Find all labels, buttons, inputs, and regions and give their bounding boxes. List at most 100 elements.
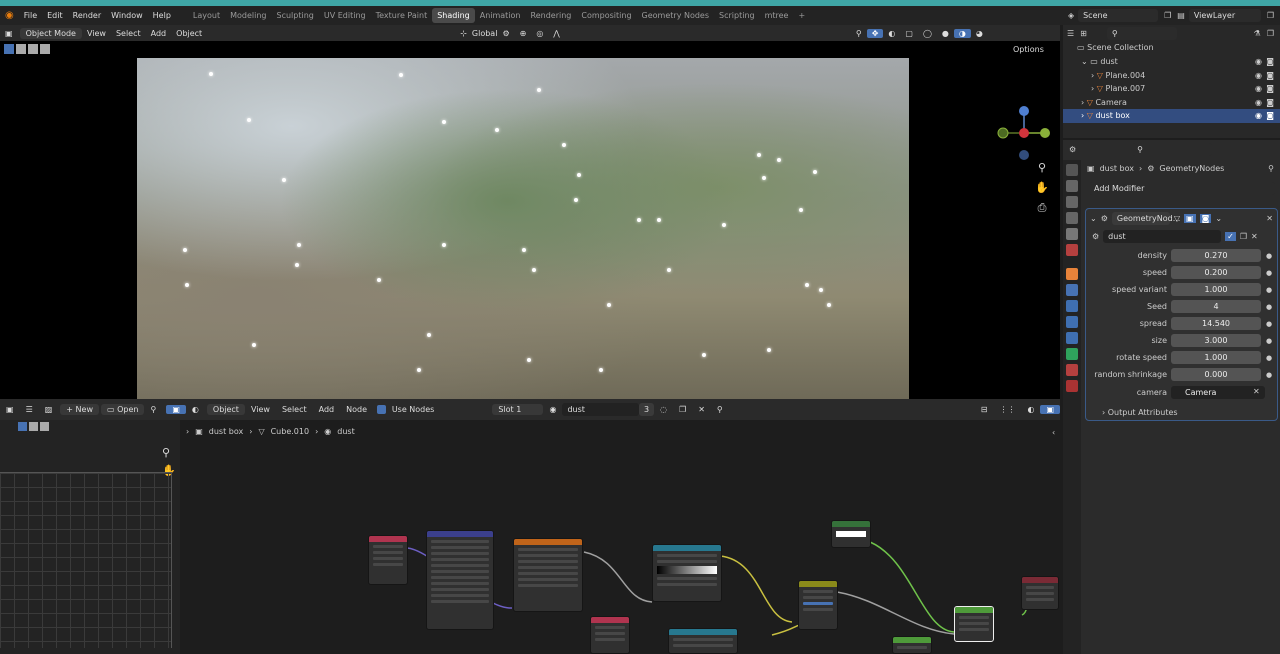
image-editor-type-icon[interactable]: ▣ bbox=[0, 405, 20, 414]
visibility-eye-icon[interactable]: ◉ bbox=[1255, 82, 1262, 96]
pin-icon[interactable]: ⚲ bbox=[1268, 164, 1274, 173]
param-value-field[interactable]: 1.000 bbox=[1171, 351, 1261, 364]
outliner-row-camera[interactable]: › ▽ Camera ◉ ◙ bbox=[1063, 96, 1280, 110]
render-camera-icon[interactable]: ◙ bbox=[1266, 69, 1274, 83]
transform-orientation-icon[interactable]: ⊹ bbox=[455, 29, 472, 38]
modifier-dropdown-icon[interactable]: ⌄ bbox=[1215, 214, 1222, 223]
pan-hand-icon[interactable]: ✋ bbox=[1035, 181, 1049, 195]
outliner-editor-icon[interactable]: ☰ bbox=[1067, 29, 1074, 38]
material-browse-icon[interactable]: ◉ bbox=[543, 405, 562, 414]
viewport-options-button[interactable]: Options bbox=[1013, 45, 1044, 54]
render-camera-icon[interactable]: ◙ bbox=[1266, 82, 1274, 96]
world-tab-icon[interactable] bbox=[1066, 244, 1078, 256]
navigation-gizmo[interactable] bbox=[995, 103, 1053, 163]
keyframe-dot-icon[interactable]: ● bbox=[1266, 354, 1272, 362]
render-toggle-icon[interactable]: ◙ bbox=[1199, 213, 1212, 223]
node-principled-volume[interactable] bbox=[954, 606, 994, 642]
tab-compositing[interactable]: Compositing bbox=[576, 8, 636, 23]
snap-nodes-icon[interactable]: ⊟ bbox=[975, 405, 994, 414]
edit-mode-toggle-icon[interactable]: ▽ bbox=[1174, 214, 1180, 223]
keyframe-dot-icon[interactable]: ● bbox=[1266, 286, 1272, 294]
orientation-dropdown[interactable]: Global bbox=[472, 29, 498, 38]
tab-mtree[interactable]: mtree bbox=[760, 8, 794, 23]
tab-rendering[interactable]: Rendering bbox=[526, 8, 577, 23]
add-workspace-button[interactable]: + bbox=[793, 8, 810, 23]
param-value-field[interactable]: 14.540 bbox=[1171, 317, 1261, 330]
modifier-close-icon[interactable]: ✕ bbox=[1266, 214, 1273, 223]
node-texture-coordinate[interactable] bbox=[368, 535, 408, 585]
camera-clear-icon[interactable]: ✕ bbox=[1253, 387, 1260, 396]
constraints-tab-icon[interactable] bbox=[1066, 332, 1078, 344]
menu-edit[interactable]: Edit bbox=[42, 11, 68, 20]
keyframe-dot-icon[interactable]: ● bbox=[1266, 320, 1272, 328]
tab-uv-editing[interactable]: UV Editing bbox=[319, 8, 371, 23]
node-menu-view[interactable]: View bbox=[245, 405, 276, 414]
outliner-row-dust[interactable]: ⌄ ▭ dust ◉ ◙ bbox=[1063, 55, 1280, 69]
new-viewlayer-icon[interactable]: ❐ bbox=[1267, 11, 1274, 20]
keyframe-dot-icon[interactable]: ● bbox=[1266, 337, 1272, 345]
tab-layout[interactable]: Layout bbox=[188, 8, 225, 23]
camera-view-icon[interactable]: ⎙ bbox=[1035, 201, 1049, 215]
render-tab-icon[interactable] bbox=[1066, 180, 1078, 192]
viewport-menu-view[interactable]: View bbox=[82, 29, 111, 38]
visibility-eye-icon[interactable]: ◉ bbox=[1255, 96, 1262, 110]
fake-user-shield-icon[interactable]: ✓ bbox=[1225, 231, 1236, 241]
tab-modeling[interactable]: Modeling bbox=[225, 8, 271, 23]
object-type-dropdown[interactable]: Object bbox=[206, 404, 245, 415]
texture-tab-icon[interactable] bbox=[1066, 380, 1078, 392]
realtime-toggle-icon[interactable]: ▣ bbox=[1184, 213, 1196, 223]
outliner-row-plane-004[interactable]: › ▽ Plane.004 ◉ ◙ bbox=[1063, 69, 1280, 83]
tab-shading[interactable]: Shading bbox=[432, 8, 475, 23]
falloff-icon[interactable]: ⋀ bbox=[548, 29, 565, 38]
view-layer-tab-icon[interactable] bbox=[1066, 212, 1078, 224]
physics-tab-icon[interactable] bbox=[1066, 316, 1078, 328]
node-menu-add[interactable]: Add bbox=[313, 405, 341, 414]
blender-logo-icon[interactable]: ◉ bbox=[0, 10, 19, 21]
expand-chevron-icon[interactable]: ⌄ bbox=[1081, 57, 1090, 66]
image-select-subtract-icon[interactable] bbox=[40, 422, 49, 431]
properties-search-input[interactable]: ⚲ bbox=[1132, 142, 1213, 156]
image-zoom-icon[interactable]: ⚲ bbox=[162, 446, 170, 459]
viewport-menu-object[interactable]: Object bbox=[171, 29, 207, 38]
keyframe-dot-icon[interactable]: ● bbox=[1266, 303, 1272, 311]
unlink-material-icon[interactable]: ✕ bbox=[692, 405, 711, 414]
render-camera-icon[interactable]: ◙ bbox=[1266, 55, 1274, 69]
tab-geometry-nodes[interactable]: Geometry Nodes bbox=[637, 8, 714, 23]
material-tab-icon[interactable] bbox=[1066, 364, 1078, 376]
shading-rendered-icon[interactable]: ◕ bbox=[971, 29, 988, 38]
viewlayer-field[interactable]: ViewLayer bbox=[1188, 9, 1261, 22]
tab-scripting[interactable]: Scripting bbox=[714, 8, 760, 23]
outliner-display-icon[interactable]: ⊞ bbox=[1080, 29, 1087, 38]
shader-type-icon[interactable]: ◐ bbox=[186, 405, 205, 414]
add-modifier-button[interactable]: Add Modifier bbox=[1089, 181, 1275, 195]
object-mode-dropdown[interactable]: Object Mode bbox=[19, 27, 82, 39]
node-rgb[interactable] bbox=[831, 520, 871, 548]
object-tab-icon[interactable] bbox=[1066, 268, 1078, 280]
node-sidebar-icon[interactable]: ▣ bbox=[1040, 405, 1060, 414]
node-vector-math[interactable] bbox=[668, 628, 738, 654]
new-scene-icon[interactable]: ❐ bbox=[1164, 11, 1171, 20]
outliner-search-input[interactable]: ⚲ bbox=[1106, 26, 1177, 40]
filter-icon[interactable]: ⚗ bbox=[1254, 29, 1261, 38]
node-tree-icon[interactable]: ⚙ bbox=[1092, 232, 1099, 241]
hamburger-icon[interactable]: ☰ bbox=[20, 405, 39, 414]
scene-tab-icon[interactable] bbox=[1066, 228, 1078, 240]
image-pin-icon[interactable]: ⚲ bbox=[144, 405, 162, 414]
tab-sculpting[interactable]: Sculpting bbox=[272, 8, 319, 23]
slot-dropdown[interactable]: Slot 1 bbox=[492, 404, 544, 415]
material-users-count[interactable]: 3 bbox=[638, 403, 655, 416]
shader-editor-type-icon[interactable]: ▣ bbox=[166, 405, 186, 414]
editor-type-icon[interactable]: ▣ bbox=[0, 29, 18, 38]
visibility-icon[interactable]: ⚲ bbox=[851, 29, 867, 38]
keyframe-dot-icon[interactable]: ● bbox=[1266, 252, 1272, 260]
node-mapping[interactable] bbox=[426, 530, 494, 630]
tab-texture-paint[interactable]: Texture Paint bbox=[371, 8, 433, 23]
keyframe-dot-icon[interactable]: ● bbox=[1266, 269, 1272, 277]
scene-field[interactable]: Scene bbox=[1078, 9, 1159, 22]
overlay-nodes-icon[interactable]: ◐ bbox=[1021, 405, 1040, 414]
particles-tab-icon[interactable] bbox=[1066, 300, 1078, 312]
viewport-menu-select[interactable]: Select bbox=[111, 29, 146, 38]
param-value-field[interactable]: 0.270 bbox=[1171, 249, 1261, 262]
tab-animation[interactable]: Animation bbox=[475, 8, 526, 23]
modifier-tab-icon[interactable] bbox=[1066, 284, 1078, 296]
